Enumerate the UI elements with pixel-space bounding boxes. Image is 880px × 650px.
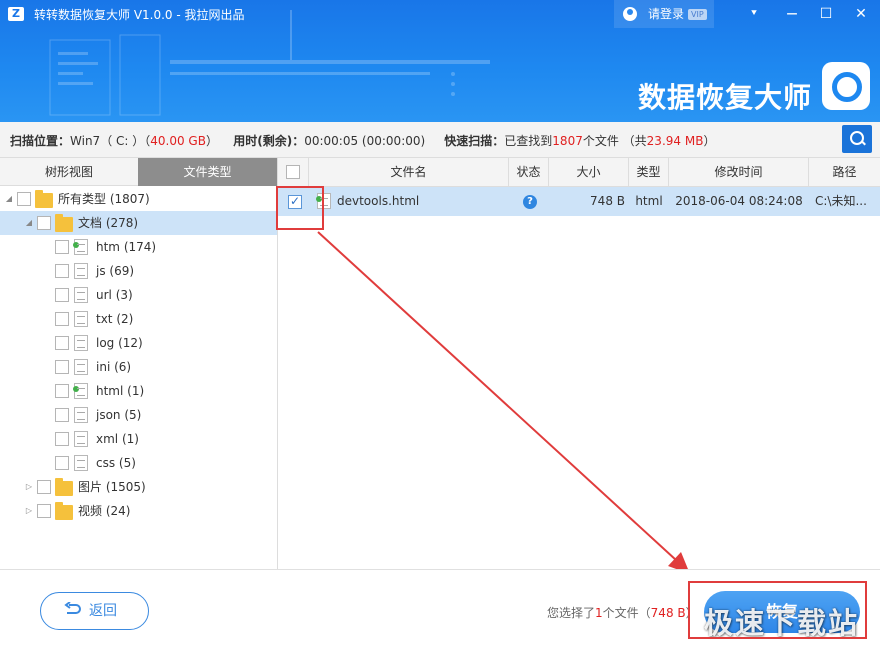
selection-size: 748 B	[650, 606, 686, 620]
back-arrow-icon	[64, 602, 81, 614]
recover-highlight-box	[688, 581, 867, 639]
selection-prefix: 您选择了	[547, 606, 596, 620]
back-button[interactable]: 返回	[40, 592, 149, 630]
annotation-arrow	[317, 231, 690, 574]
footer-bar: 返回 您选择了1个文件（748 B） 恢复 极速下载站	[0, 569, 880, 650]
back-label: 返回	[89, 603, 117, 619]
selection-summary: 您选择了1个文件（748 B）	[547, 604, 698, 621]
selection-count: 1	[595, 606, 603, 620]
selection-middle: 个文件（	[602, 606, 651, 620]
